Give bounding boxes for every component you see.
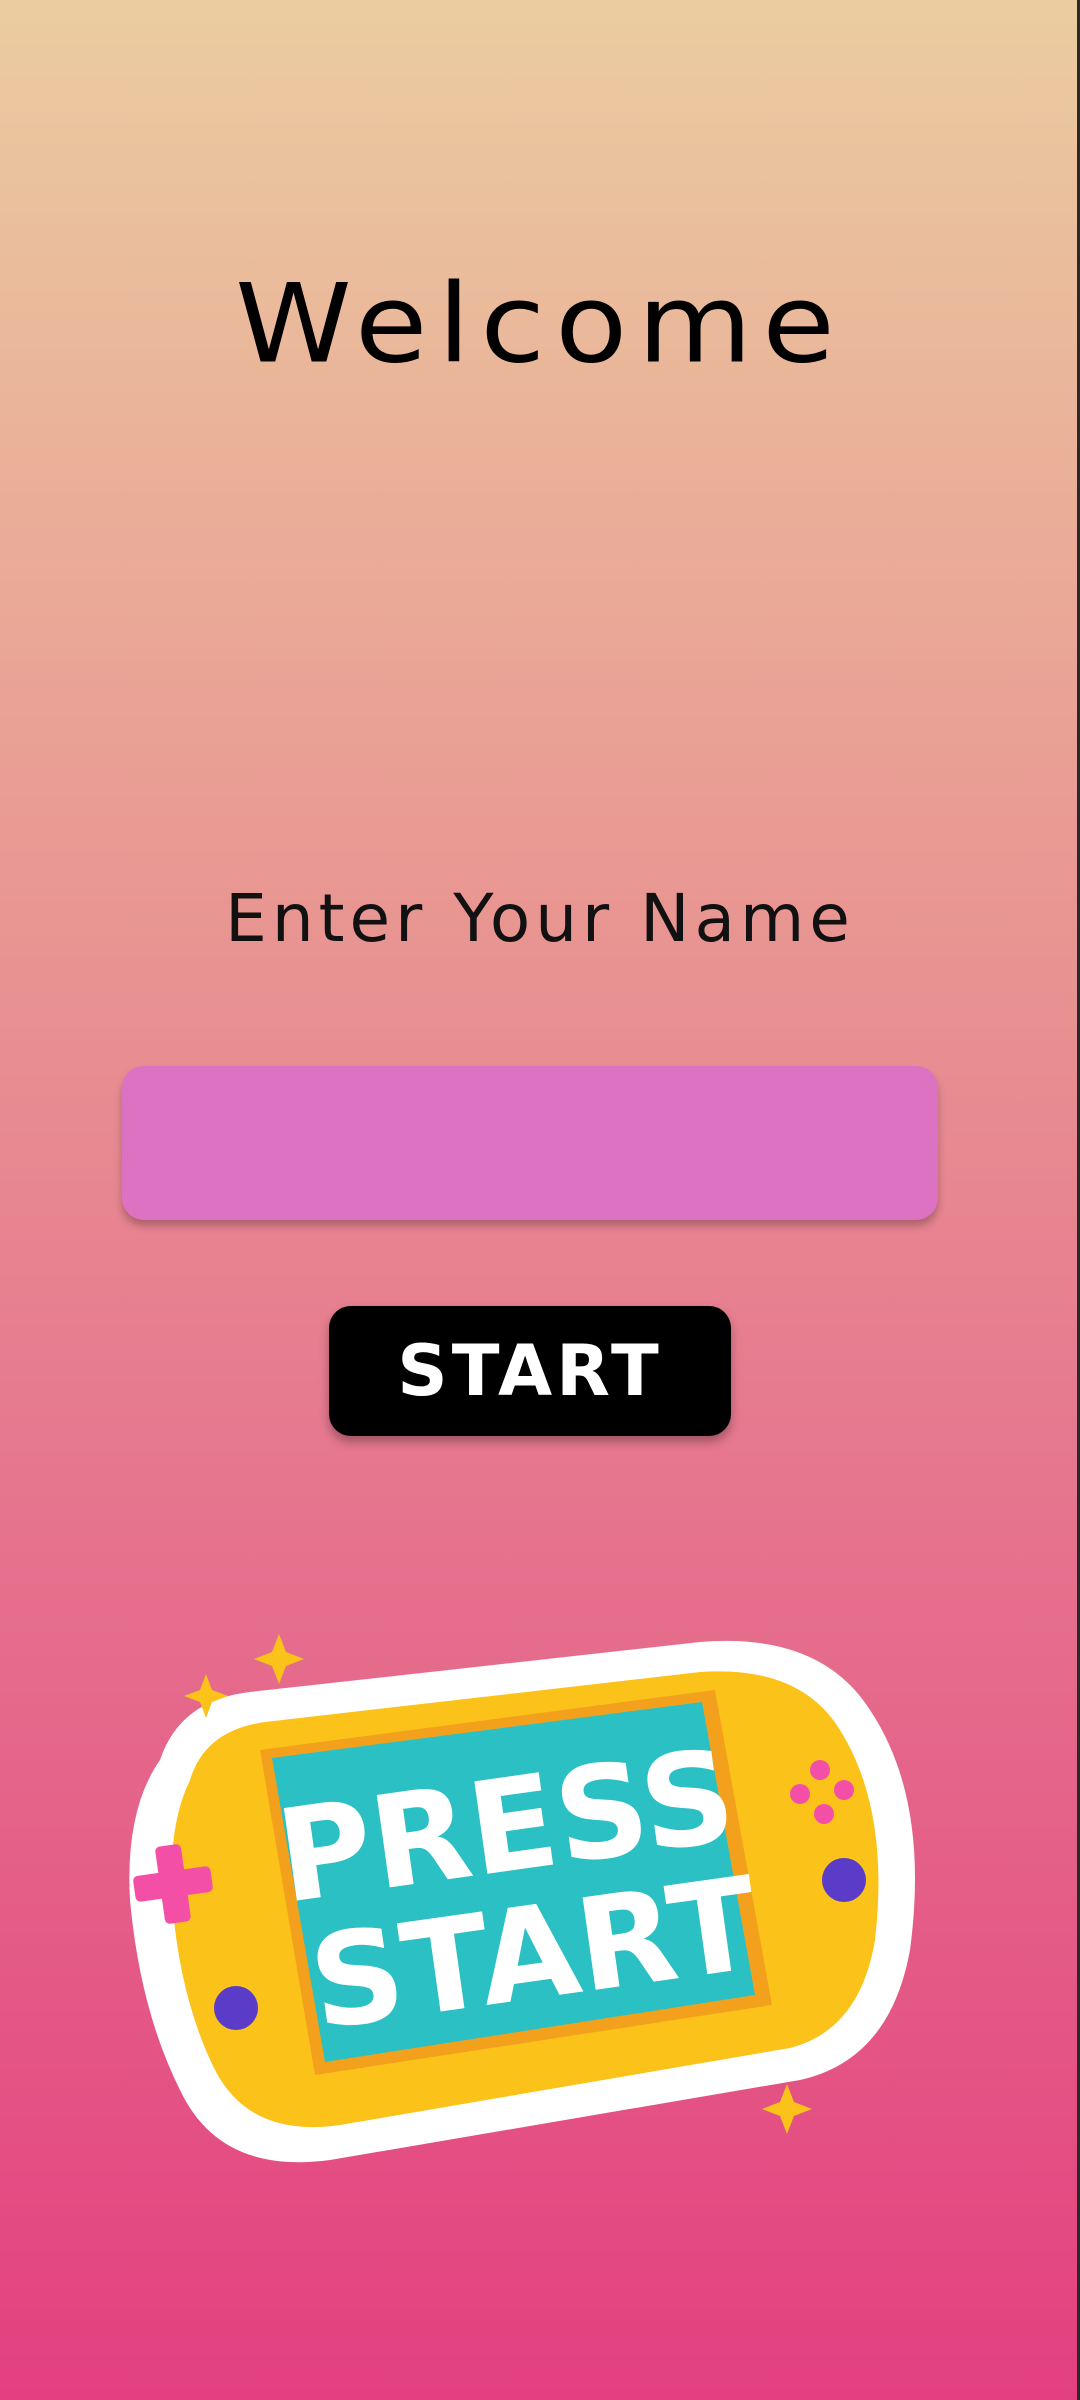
welcome-title: Welcome bbox=[235, 260, 845, 388]
name-prompt-label: Enter Your Name bbox=[225, 880, 855, 957]
start-button[interactable]: START bbox=[329, 1306, 731, 1436]
press-start-sticker: PRESS START bbox=[129, 1634, 915, 2163]
name-input[interactable] bbox=[122, 1066, 938, 1220]
